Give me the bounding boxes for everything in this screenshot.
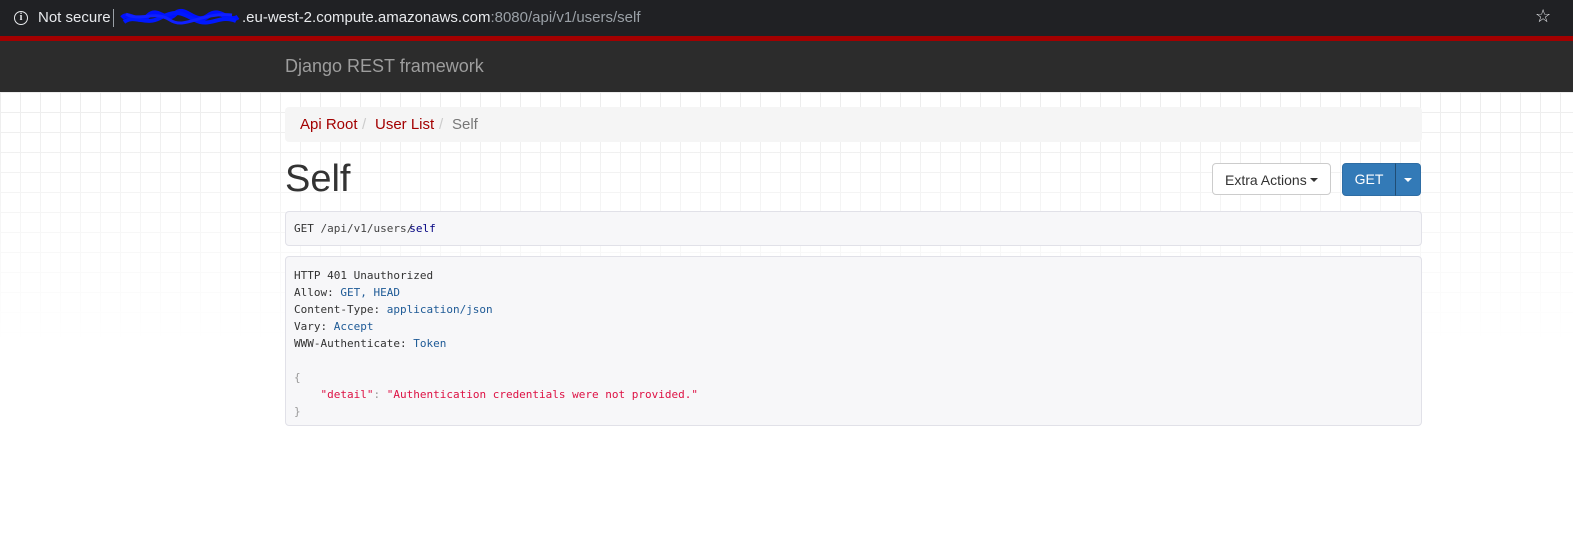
response-header: Vary: Accept xyxy=(294,318,1413,335)
redacted-scribble xyxy=(120,9,240,25)
header-value: GET, HEAD xyxy=(340,286,400,299)
get-button[interactable]: GET xyxy=(1342,163,1396,196)
json-value: "Authentication credentials were not pro… xyxy=(386,388,698,401)
browser-address-bar[interactable]: i Not secure .eu-west-2.compute.amazonaw… xyxy=(0,0,1573,36)
url-path: :8080/api/v1/users/self xyxy=(490,9,641,26)
json-key: "detail" xyxy=(320,388,374,401)
json-close-brace: } xyxy=(294,405,301,418)
request-info: GET /api/v1/users/self xyxy=(285,211,1422,246)
breadcrumb-separator: / xyxy=(439,116,444,133)
header-value: Accept xyxy=(333,320,374,333)
header-name: Vary: xyxy=(294,320,328,333)
request-method: GET xyxy=(294,222,314,235)
security-label[interactable]: Not secure xyxy=(38,9,111,26)
response-status: HTTP 401 Unauthorized xyxy=(294,269,434,282)
breadcrumb-user-list[interactable]: User List xyxy=(375,107,434,142)
header-value: application/json xyxy=(386,303,493,316)
json-open-brace: { xyxy=(294,371,301,384)
extra-actions-label: Extra Actions xyxy=(1225,172,1307,188)
extra-actions-button[interactable]: Extra Actions xyxy=(1212,163,1331,195)
header-name: Allow: xyxy=(294,286,334,299)
caret-down-icon xyxy=(1310,178,1318,182)
breadcrumb: Api Root / User List / Self xyxy=(285,107,1422,142)
json-line: "detail": "Authentication credentials we… xyxy=(294,386,1413,403)
page-title: Self xyxy=(285,158,351,200)
json-colon: : xyxy=(373,388,387,401)
header-name: WWW-Authenticate: xyxy=(294,337,407,350)
breadcrumb-self: Self xyxy=(452,116,478,133)
navbar-brand[interactable]: Django REST framework xyxy=(285,56,484,77)
response-header: Allow: GET, HEAD xyxy=(294,284,1413,301)
breadcrumb-separator: / xyxy=(362,116,367,133)
get-format-dropdown-toggle[interactable] xyxy=(1395,163,1421,196)
response-header: Content-Type: application/json xyxy=(294,301,1413,318)
info-icon[interactable]: i xyxy=(14,11,28,25)
url-text[interactable]: .eu-west-2.compute.amazonaws.com:8080/ap… xyxy=(242,9,641,26)
response-header: WWW-Authenticate: Token xyxy=(294,335,1413,352)
caret-down-icon xyxy=(1404,178,1412,182)
url-host: .eu-west-2.compute.amazonaws.com xyxy=(242,9,491,26)
star-icon[interactable]: ☆ xyxy=(1535,6,1551,27)
request-path: /api/v1/users/ xyxy=(320,222,414,235)
divider xyxy=(113,9,114,27)
breadcrumb-api-root[interactable]: Api Root xyxy=(300,107,358,142)
header-name: Content-Type: xyxy=(294,303,381,316)
request-path-end[interactable]: self xyxy=(409,222,436,235)
response-info: HTTP 401 Unauthorized Allow: GET, HEAD C… xyxy=(285,256,1422,426)
navbar: Django REST framework xyxy=(0,41,1573,93)
header-value: Token xyxy=(413,337,447,350)
